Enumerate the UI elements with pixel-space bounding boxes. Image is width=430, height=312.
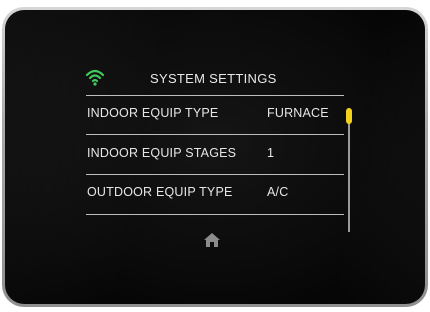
setting-value: 1 — [267, 146, 275, 160]
page-title: SYSTEM SETTINGS — [150, 71, 277, 86]
setting-value: FURNACE — [267, 106, 329, 120]
thermostat-device: SYSTEM SETTINGS INDOOR EQUIP TYPE FURNAC… — [5, 10, 425, 304]
setting-row-outdoor-equip-type[interactable]: OUTDOOR EQUIP TYPE A/C — [86, 177, 344, 209]
setting-row-indoor-equip-type[interactable]: INDOOR EQUIP TYPE FURNACE — [86, 98, 344, 130]
setting-label: INDOOR EQUIP STAGES — [87, 146, 237, 160]
divider — [86, 174, 344, 175]
divider — [86, 214, 344, 215]
touch-screen: SYSTEM SETTINGS INDOOR EQUIP TYPE FURNAC… — [5, 10, 425, 304]
setting-row-indoor-equip-stages[interactable]: INDOOR EQUIP STAGES 1 — [86, 138, 344, 170]
screen-header: SYSTEM SETTINGS — [85, 68, 345, 92]
wifi-icon[interactable] — [85, 68, 105, 86]
scrollbar-thumb[interactable] — [346, 108, 352, 124]
setting-value: A/C — [267, 185, 289, 199]
home-icon[interactable] — [203, 232, 221, 248]
scrollbar-track[interactable] — [348, 108, 350, 232]
divider — [86, 95, 344, 96]
setting-label: OUTDOOR EQUIP TYPE — [87, 185, 233, 199]
setting-label: INDOOR EQUIP TYPE — [87, 106, 219, 120]
divider — [86, 134, 344, 135]
